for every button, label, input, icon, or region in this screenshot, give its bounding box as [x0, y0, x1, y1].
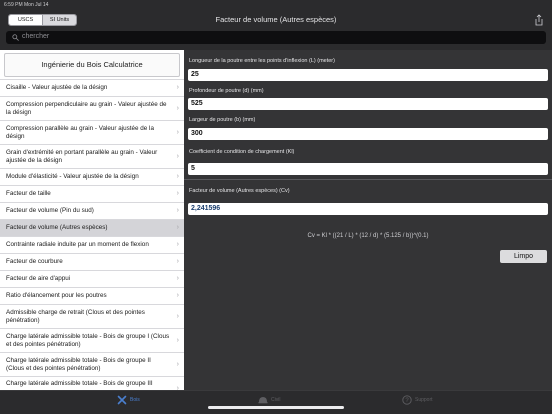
list-item[interactable]: Ratio d'élancement pour les poutres › [0, 287, 184, 304]
list-item[interactable]: Compression perpendiculaire au grain - V… [0, 96, 184, 120]
chevron-right-icon: › [176, 241, 179, 248]
help-icon: ? [402, 395, 412, 405]
length-label: Longueur de la poutre entre les points d… [189, 58, 335, 64]
chevron-right-icon: › [176, 128, 179, 136]
tab-support-label: Support [415, 397, 433, 403]
width-label: Largeur de poutre (b) (mm) [189, 117, 256, 123]
chevron-right-icon: › [176, 173, 179, 180]
kl-input[interactable]: 5 [188, 163, 548, 175]
list-item[interactable]: Charge latérale admissible totale - Bois… [0, 376, 184, 390]
search-icon [12, 34, 19, 41]
chevron-right-icon: › [176, 84, 179, 91]
depth-input[interactable]: 525 [188, 98, 548, 110]
list-item-label: Charge latérale admissible totale - Bois… [6, 333, 170, 348]
units-tab-uscs[interactable]: USCS [9, 15, 42, 25]
units-segmented-control: USCS SI Units [8, 14, 77, 26]
status-bar: 6:59 PM Mon Jul 14 [0, 0, 552, 9]
calculator-list: Ingénierie du Bois Calculatrice Cisaille… [0, 50, 184, 390]
list-item-label: Compression perpendiculaire au grain - V… [6, 101, 167, 116]
list-item-label: Facteur de volume (Pin du sud) [6, 207, 94, 215]
clear-button[interactable]: Limpo [500, 250, 547, 263]
list-item-label: Facteur de taille [6, 190, 51, 198]
tab-support[interactable]: ? Support [402, 395, 433, 405]
page-title: Facteur de volume (Autres espèces) [215, 15, 337, 24]
list-item[interactable]: Facteur de volume (Pin du sud) › [0, 202, 184, 219]
chevron-right-icon: › [176, 190, 179, 197]
calculator-panel: Longueur de la poutre entre les points d… [184, 50, 552, 390]
list-item-label: Grain d'extrémité en portant parallèle a… [6, 149, 158, 164]
chevron-right-icon: › [176, 292, 179, 299]
result-output: 2,241596 [188, 203, 548, 215]
list-item-label: Facteur de volume (Autres espèces) [6, 224, 108, 232]
list-item[interactable]: Cisaille - Valeur ajustée de la désign › [0, 79, 184, 96]
chevron-right-icon: › [176, 207, 179, 214]
sidebar-header: Ingénierie du Bois Calculatrice [0, 50, 184, 79]
sidebar-heading: Ingénierie du Bois Calculatrice [4, 52, 180, 77]
list-item[interactable]: Charge latérale admissible totale - Bois… [0, 352, 184, 376]
units-tab-si[interactable]: SI Units [42, 15, 76, 25]
tab-civil[interactable]: Civil [258, 395, 280, 405]
list-item[interactable]: Compression parallèle au grain - Valeur … [0, 120, 184, 144]
chevron-right-icon: › [176, 152, 179, 160]
list-item[interactable]: Facteur de taille › [0, 185, 184, 202]
formula-text: Cv = Kl * ((21 / L) * (12 / d) * (5.125 … [307, 233, 429, 239]
chevron-right-icon: › [176, 104, 179, 112]
tab-civil-label: Civil [271, 397, 281, 403]
list-item-label: Charge latérale admissible totale - Bois… [6, 380, 153, 387]
list-item-label: Cisaille - Valeur ajustée de la désign [6, 84, 108, 92]
list-item-label: Admissible charge de retrait (Clous et d… [6, 309, 145, 324]
divider [184, 179, 552, 180]
status-time: 6:59 PM Mon Jul 14 [4, 2, 49, 8]
header-bar: USCS SI Units Facteur de volume (Autres … [0, 9, 552, 31]
chevron-right-icon: › [176, 275, 179, 282]
list-item-label: Compression parallèle au grain - Valeur … [6, 125, 154, 140]
chevron-right-icon: › [176, 224, 179, 231]
length-input[interactable]: 25 [188, 69, 548, 81]
hardhat-icon [258, 397, 268, 404]
list-item[interactable]: Grain d'extrémité en portant parallèle a… [0, 144, 184, 168]
list-item-label: Facteur de courbure [6, 258, 63, 266]
chevron-right-icon: › [176, 336, 179, 344]
list-item-label: Facteur de aire d'appui [6, 275, 71, 283]
list-item[interactable]: Facteur de courbure › [0, 253, 184, 270]
search-input[interactable]: chercher [22, 33, 49, 40]
tools-icon [117, 395, 127, 405]
tab-wood-label: Bois [130, 397, 140, 403]
home-indicator [208, 406, 344, 409]
share-icon[interactable] [534, 14, 544, 26]
kl-label: Coefficient de condition de chargement (… [189, 149, 295, 155]
list-item-label: Module d'élasticité - Valeur ajustée de … [6, 173, 139, 181]
list-item[interactable]: Contrainte radiale induite par un moment… [0, 236, 184, 253]
list-item-selected[interactable]: Facteur de volume (Autres espèces) › [0, 219, 184, 236]
list-item[interactable]: Charge latérale admissible totale - Bois… [0, 328, 184, 352]
result-label: Facteur de volume (Autres espèces) (Cv) [189, 188, 290, 194]
chevron-right-icon: › [176, 312, 179, 320]
tab-bar: Bois Civil ? Support [0, 390, 552, 414]
search-bar[interactable]: chercher [6, 31, 546, 44]
svg-text:?: ? [405, 398, 409, 404]
list-item-label: Ratio d'élancement pour les poutres [6, 292, 107, 300]
tab-wood[interactable]: Bois [117, 395, 140, 405]
list-item[interactable]: Facteur de aire d'appui › [0, 270, 184, 287]
depth-label: Profondeur de poutre (d) (mm) [189, 88, 264, 94]
list-item[interactable]: Admissible charge de retrait (Clous et d… [0, 304, 184, 328]
list-item-label: Contrainte radiale induite par un moment… [6, 241, 149, 249]
app-window: 6:59 PM Mon Jul 14 USCS SI Units Facteur… [0, 0, 552, 414]
list-item-label: Charge latérale admissible totale - Bois… [6, 357, 151, 372]
chevron-right-icon: › [176, 360, 179, 368]
chevron-right-icon: › [176, 258, 179, 265]
width-input[interactable]: 300 [188, 128, 548, 140]
list-item[interactable]: Module d'élasticité - Valeur ajustée de … [0, 168, 184, 185]
